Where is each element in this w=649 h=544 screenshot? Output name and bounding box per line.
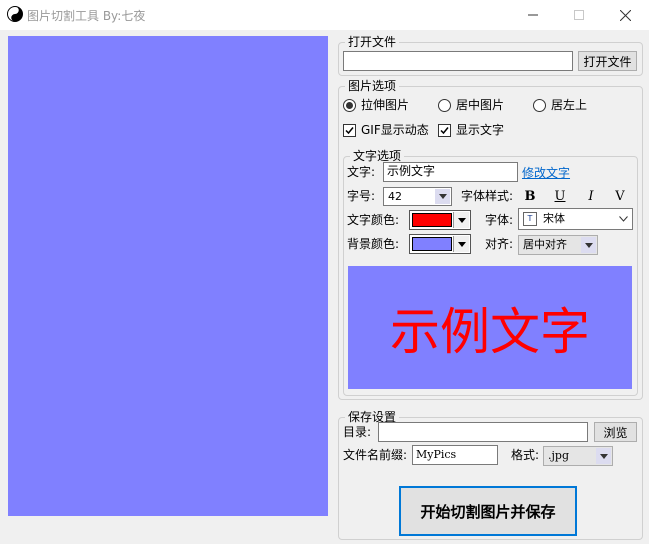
open-file-legend: 打开文件 <box>348 35 397 49</box>
maximize-icon <box>574 10 584 20</box>
chevron-down-icon <box>581 237 596 253</box>
title-bar: 图片切割工具 By:七夜 <box>0 0 649 30</box>
file-path-input[interactable] <box>343 51 573 71</box>
font-family-select[interactable]: T 宋体 <box>518 208 633 230</box>
chevron-down-icon <box>453 236 469 252</box>
font-size-select[interactable]: 42 <box>383 187 452 206</box>
image-canvas[interactable] <box>8 36 328 516</box>
gif-animate-label: GIF显示动态 <box>361 123 429 137</box>
chevron-down-icon <box>435 189 450 204</box>
underline-button[interactable]: U <box>551 187 569 205</box>
yin-yang-icon <box>7 6 23 22</box>
format-label: 格式: <box>511 448 540 462</box>
align-label: 对齐: <box>485 237 514 251</box>
bg-color-picker[interactable] <box>409 234 471 254</box>
preview-text: 示例文字 <box>390 302 590 361</box>
text-options-legend: 文字选项 <box>353 149 402 163</box>
top-left-radio[interactable] <box>533 99 546 112</box>
text-label: 文字: <box>347 165 376 179</box>
check-icon <box>345 127 354 135</box>
open-file-button[interactable]: 打开文件 <box>578 51 637 71</box>
close-button[interactable] <box>602 0 648 30</box>
font-family-value: 宋体 <box>543 212 565 225</box>
font-size-value: 42 <box>388 190 402 203</box>
text-color-picker[interactable] <box>409 210 471 230</box>
bg-color-label: 背景颜色: <box>347 237 400 251</box>
bold-button[interactable]: B <box>521 187 539 205</box>
modify-text-link[interactable]: 修改文字 <box>522 164 570 181</box>
format-value: .jpg <box>548 449 569 462</box>
center-image-label: 居中图片 <box>456 98 505 112</box>
font-size-label: 字号: <box>347 189 376 203</box>
check-icon <box>440 127 449 135</box>
font-style-label: 字体样式: <box>461 189 514 203</box>
align-select[interactable]: 居中对齐 <box>518 235 598 255</box>
stretch-image-label: 拉伸图片 <box>361 98 410 112</box>
strikeout-button[interactable]: V <box>611 187 629 205</box>
gif-animate-checkbox[interactable] <box>343 124 356 137</box>
image-options-legend: 图片选项 <box>348 79 397 93</box>
italic-button[interactable]: I <box>582 187 600 205</box>
minimize-icon <box>528 14 538 16</box>
chevron-down-icon <box>616 210 631 228</box>
window-title: 图片切割工具 By:七夜 <box>27 9 146 23</box>
truetype-font-icon: T <box>523 212 537 226</box>
stretch-image-radio[interactable] <box>343 99 356 112</box>
directory-label: 目录: <box>343 425 372 439</box>
align-value: 居中对齐 <box>523 238 567 251</box>
chevron-down-icon <box>596 448 611 464</box>
center-image-radio[interactable] <box>438 99 451 112</box>
chevron-down-icon <box>453 212 469 228</box>
font-family-label: 字体: <box>485 213 514 227</box>
top-left-label: 居左上 <box>551 98 588 112</box>
text-preview: 示例文字 <box>348 266 632 389</box>
text-color-label: 文字颜色: <box>347 213 400 227</box>
text-input[interactable]: 示例文字 <box>383 162 518 182</box>
bg-color-swatch <box>412 237 452 251</box>
browse-button[interactable]: 浏览 <box>594 422 637 442</box>
close-icon <box>619 9 631 21</box>
text-color-swatch <box>412 213 452 227</box>
filename-prefix-label: 文件名前缀: <box>343 448 408 462</box>
start-cut-save-button[interactable]: 开始切割图片并保存 <box>399 486 577 536</box>
maximize-button[interactable] <box>556 0 602 30</box>
filename-prefix-input[interactable]: MyPics <box>412 445 498 465</box>
show-text-checkbox[interactable] <box>438 124 451 137</box>
minimize-button[interactable] <box>510 0 556 30</box>
format-select[interactable]: .jpg <box>543 446 613 466</box>
show-text-label: 显示文字 <box>456 123 505 137</box>
directory-input[interactable] <box>378 422 588 442</box>
